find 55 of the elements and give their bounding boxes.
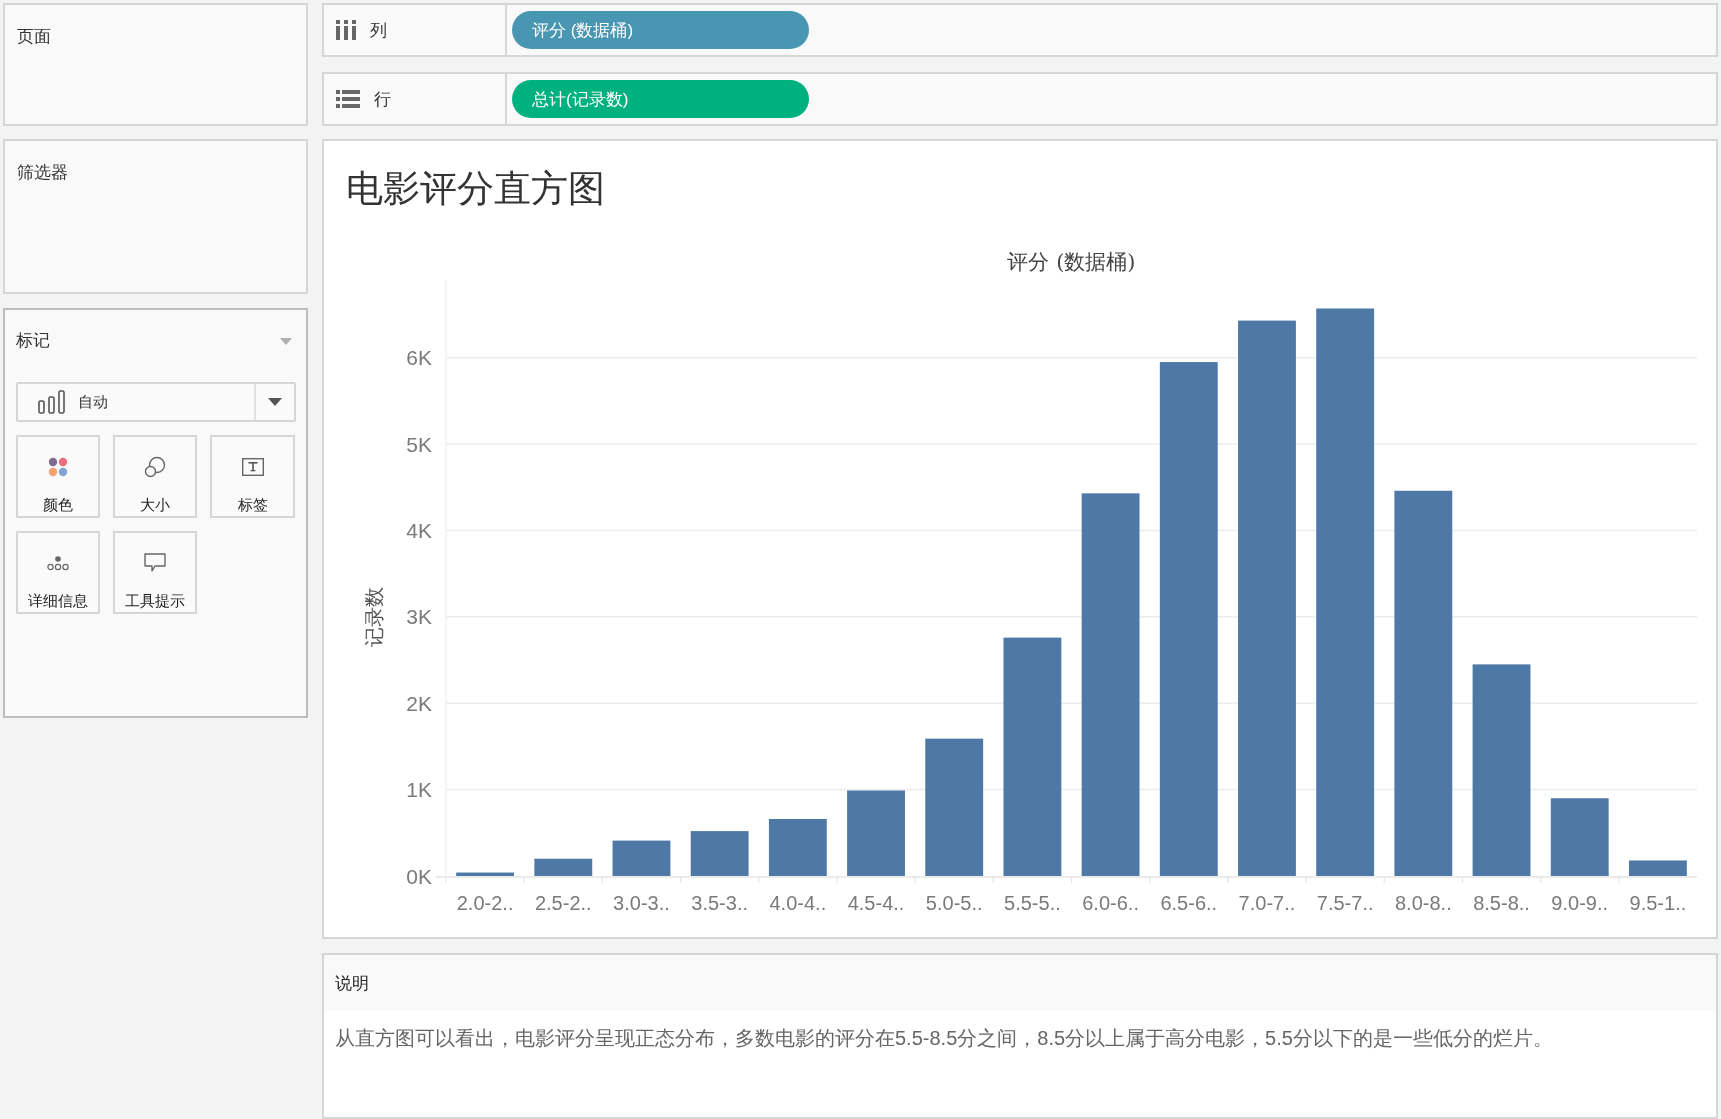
y-tick-label: 3K <box>406 605 432 629</box>
bar-chart-icon <box>38 390 66 414</box>
x-tick-label: 3.5-3.. <box>691 892 748 914</box>
dots-icon <box>47 555 69 571</box>
caret-icon <box>268 398 282 406</box>
x-tick-label: 2.0-2.. <box>456 892 514 914</box>
y-tick-label: 2K <box>406 691 432 715</box>
histogram-bar <box>768 819 827 876</box>
caret-icon[interactable] <box>280 337 292 345</box>
histogram-bar <box>534 858 593 876</box>
x-tick-label: 3.0-3.. <box>613 892 670 914</box>
speech-bubble-icon <box>144 553 166 573</box>
rows-icon <box>336 90 360 108</box>
y-tick-label: 6K <box>406 346 432 370</box>
x-tick-label: 6.5-6.. <box>1160 892 1218 914</box>
x-tick-label: 6.0-6.. <box>1082 892 1139 914</box>
panel-title: 筛选器 <box>17 163 68 182</box>
caption-title: 说明 <box>335 972 369 995</box>
panel-title: 页面 <box>17 27 51 46</box>
x-tick-label: 7.5-7.. <box>1316 892 1374 914</box>
size-button[interactable]: 大小 <box>113 435 197 518</box>
axis-title: 评分 (数据桶) <box>1007 250 1136 274</box>
histogram-bar <box>1629 860 1687 876</box>
x-tick-label: 9.0-9.. <box>1551 892 1609 914</box>
x-tick-label: 7.0-7.. <box>1238 892 1296 914</box>
x-tick-label: 5.5-5.. <box>1004 892 1061 914</box>
x-tick-label: 4.5-4.. <box>847 892 905 914</box>
text-box-icon <box>241 458 264 476</box>
y-tick-label: 5K <box>406 432 432 456</box>
color-dots-icon <box>48 457 68 477</box>
columns-icon <box>336 20 356 40</box>
tooltip-button[interactable]: 工具提示 <box>113 531 197 614</box>
x-tick-label: 4.0-4.. <box>769 892 827 914</box>
label-button[interactable]: 标签 <box>210 435 295 518</box>
circles-icon <box>144 456 166 478</box>
caption-text: 从直方图可以看出，电影评分呈现正态分布，多数电影的评分在5.5-8.5分之间，8.5分以上属于高分电影，5.5分以下的是一些低分的烂片。 <box>335 1026 1554 1051</box>
histogram-bar <box>690 831 749 876</box>
x-tick-label: 2.5-2.. <box>534 892 592 914</box>
histogram-bar <box>612 840 671 876</box>
shelf-label: 行 <box>374 88 391 111</box>
y-tick-label: 1K <box>406 778 432 802</box>
x-tick-label: 9.5-1.. <box>1629 892 1687 914</box>
y-tick-label: 0K <box>406 864 432 888</box>
histogram-bar <box>456 872 514 876</box>
chart-title: 电影评分直方图 <box>346 167 605 211</box>
color-button[interactable]: 颜色 <box>16 435 100 518</box>
x-tick-label: 8.0-8.. <box>1395 892 1452 914</box>
x-tick-label: 5.0-5.. <box>925 892 983 914</box>
mark-type-dropdown[interactable]: 自动 <box>16 382 296 422</box>
panel-title: 标记 <box>16 331 50 351</box>
y-tick-label: 4K <box>406 519 432 542</box>
x-tick-label: 8.5-8.. <box>1473 892 1530 914</box>
shelf-label: 列 <box>370 19 387 42</box>
axis-title: 记录数 <box>362 587 386 647</box>
detail-button[interactable]: 详细信息 <box>16 531 100 614</box>
